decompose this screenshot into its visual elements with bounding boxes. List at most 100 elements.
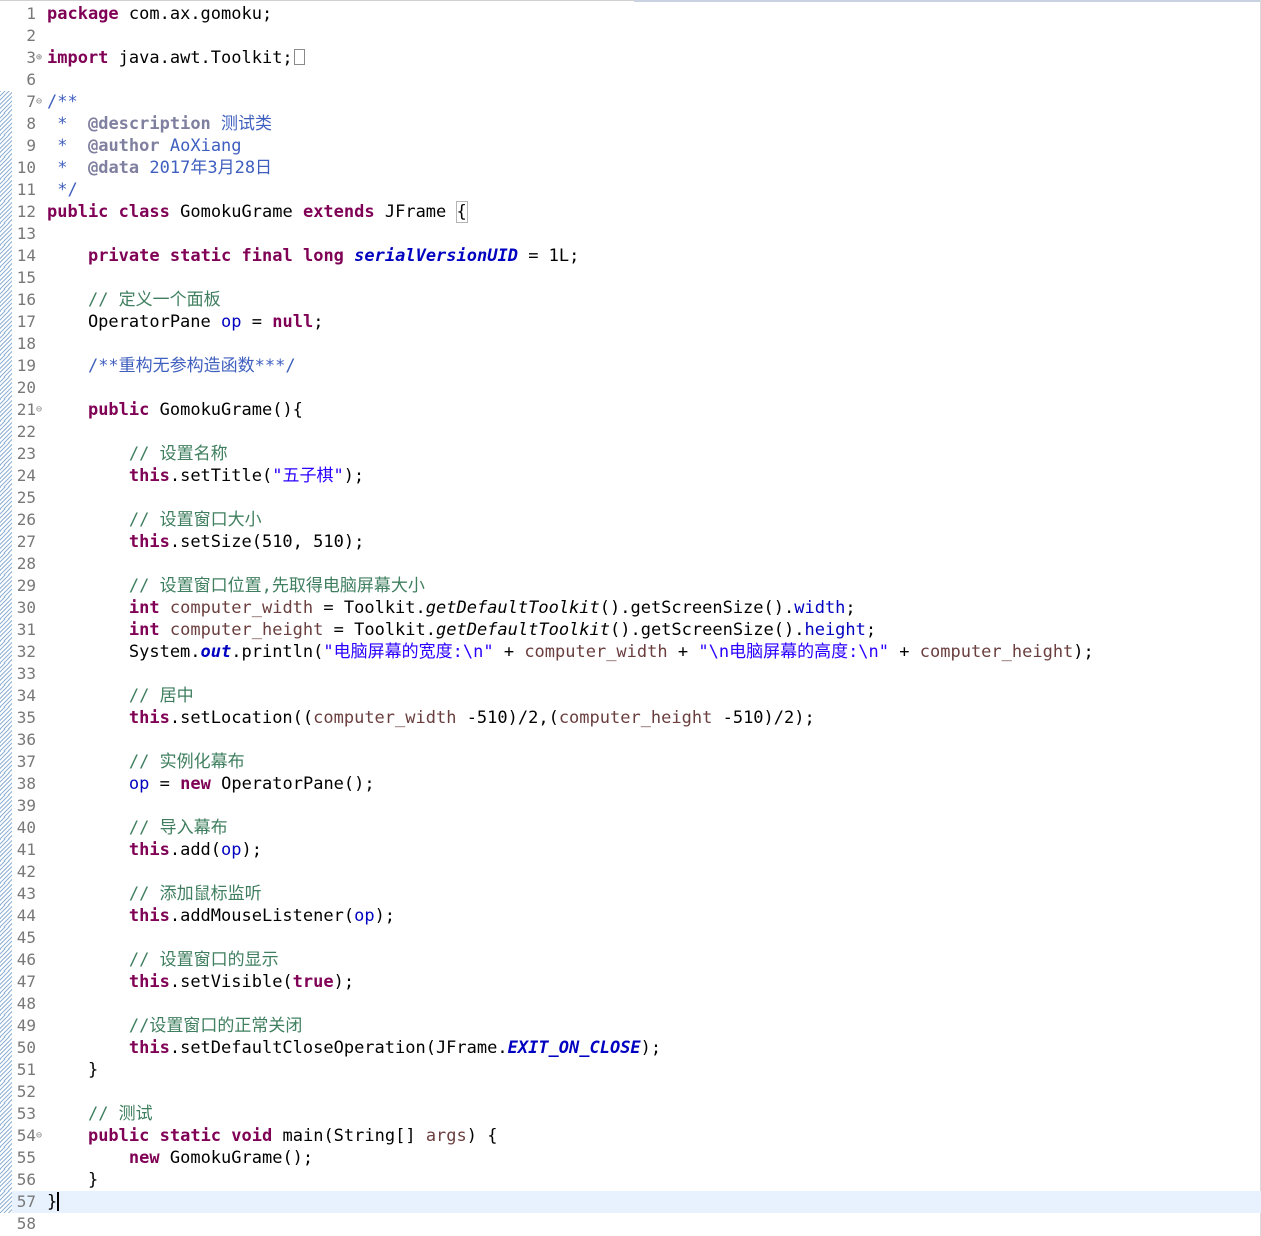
line-code[interactable]: // 定义一个面板	[47, 289, 221, 311]
code-line[interactable]: 18	[0, 333, 1261, 355]
code-line[interactable]: 32 System.out.println("电脑屏幕的宽度:\n" + com…	[0, 641, 1261, 663]
code-line[interactable]: 23 // 设置名称	[0, 443, 1261, 465]
line-code[interactable]: * @description 测试类	[47, 113, 272, 135]
code-line[interactable]: 48	[0, 993, 1261, 1015]
code-line[interactable]: 22	[0, 421, 1261, 443]
code-line[interactable]: 11 */	[0, 179, 1261, 201]
code-line[interactable]: 43 // 添加鼠标监听	[0, 883, 1261, 905]
line-code[interactable]: package com.ax.gomoku;	[47, 3, 272, 25]
folded-imports-icon[interactable]	[293, 49, 305, 65]
code-line[interactable]: 49 //设置窗口的正常关闭	[0, 1015, 1261, 1037]
line-code[interactable]: // 设置窗口的显示	[47, 949, 279, 971]
code-line[interactable]: 30 int computer_width = Toolkit.getDefau…	[0, 597, 1261, 619]
code-line[interactable]: 17 OperatorPane op = null;	[0, 311, 1261, 333]
line-code[interactable]: this.addMouseListener(op);	[47, 905, 395, 927]
code-line[interactable]: 3 ⊕ import java.awt.Toolkit;	[0, 47, 1261, 69]
line-code[interactable]: // 设置窗口位置,先取得电脑屏幕大小	[47, 575, 425, 597]
code-line[interactable]: 46 // 设置窗口的显示	[0, 949, 1261, 971]
code-line[interactable]: 47 this.setVisible(true);	[0, 971, 1261, 993]
code-line[interactable]: 10 * @data 2017年3月28日	[0, 157, 1261, 179]
line-code[interactable]: int computer_width = Toolkit.getDefaultT…	[47, 597, 856, 619]
line-code[interactable]: this.setTitle("五子棋");	[47, 465, 364, 487]
code-line[interactable]: 45	[0, 927, 1261, 949]
line-code[interactable]: new GomokuGrame();	[47, 1147, 313, 1169]
code-line[interactable]: 9 * @author AoXiang	[0, 135, 1261, 157]
code-line[interactable]: 42	[0, 861, 1261, 883]
code-line[interactable]: 51 }	[0, 1059, 1261, 1081]
fold-collapse-icon[interactable]: ⊖	[36, 91, 46, 113]
code-line[interactable]: 24 this.setTitle("五子棋");	[0, 465, 1261, 487]
code-line[interactable]: 33	[0, 663, 1261, 685]
code-line[interactable]: 25	[0, 487, 1261, 509]
line-code[interactable]: public GomokuGrame(){	[47, 399, 303, 421]
code-line[interactable]: 16 // 定义一个面板	[0, 289, 1261, 311]
code-lines[interactable]: 1 package com.ax.gomoku; 2 3 ⊕ import java.aw…	[0, 3, 1261, 1235]
line-code[interactable]: // 导入幕布	[47, 817, 228, 839]
code-line[interactable]: 19 /**重构无参构造函数***/	[0, 355, 1261, 377]
code-line[interactable]: 37 // 实例化幕布	[0, 751, 1261, 773]
line-code[interactable]: // 测试	[47, 1103, 153, 1125]
line-code[interactable]: //设置窗口的正常关闭	[47, 1015, 302, 1037]
line-code[interactable]: /**	[47, 91, 78, 113]
line-code[interactable]: import java.awt.Toolkit;	[47, 47, 305, 69]
line-code[interactable]: // 实例化幕布	[47, 751, 245, 773]
code-line[interactable]: 52	[0, 1081, 1261, 1103]
line-code[interactable]: // 居中	[47, 685, 194, 707]
line-code[interactable]: private static final long serialVersionU…	[47, 245, 579, 267]
line-code[interactable]: // 添加鼠标监听	[47, 883, 262, 905]
line-code[interactable]: OperatorPane op = null;	[47, 311, 324, 333]
code-line[interactable]: 44 this.addMouseListener(op);	[0, 905, 1261, 927]
code-line[interactable]: 6	[0, 69, 1261, 91]
code-line[interactable]: 36	[0, 729, 1261, 751]
code-line[interactable]: 58	[0, 1213, 1261, 1235]
code-line[interactable]: 27 this.setSize(510, 510);	[0, 531, 1261, 553]
code-line[interactable]: 53 // 测试	[0, 1103, 1261, 1125]
code-editor[interactable]: 1 package com.ax.gomoku; 2 3 ⊕ import java.aw…	[0, 0, 1261, 1236]
line-code[interactable]: public class GomokuGrame extends JFrame …	[47, 201, 468, 223]
code-line[interactable]: 34 // 居中	[0, 685, 1261, 707]
code-line[interactable]: 39	[0, 795, 1261, 817]
line-code[interactable]: this.setDefaultCloseOperation(JFrame.EXI…	[47, 1037, 661, 1059]
code-line[interactable]: 15	[0, 267, 1261, 289]
code-line[interactable]: 13	[0, 223, 1261, 245]
code-line[interactable]: 12 public class GomokuGrame extends JFram…	[0, 201, 1261, 223]
code-line[interactable]: 41 this.add(op);	[0, 839, 1261, 861]
line-code[interactable]: /**重构无参构造函数***/	[47, 355, 296, 377]
code-line[interactable]: 29 // 设置窗口位置,先取得电脑屏幕大小	[0, 575, 1261, 597]
line-code[interactable]: * @data 2017年3月28日	[47, 157, 272, 179]
line-code[interactable]: // 设置窗口大小	[47, 509, 262, 531]
code-line[interactable]: 40 // 导入幕布	[0, 817, 1261, 839]
line-code[interactable]: public static void main(String[] args) {	[47, 1125, 498, 1147]
line-code[interactable]: */	[47, 179, 77, 201]
code-line[interactable]: 31 int computer_height = Toolkit.getDefa…	[0, 619, 1261, 641]
code-line[interactable]: 1 package com.ax.gomoku;	[0, 3, 1261, 25]
line-code[interactable]: this.setVisible(true);	[47, 971, 354, 993]
line-code[interactable]: }	[47, 1191, 60, 1213]
fold-expand-icon[interactable]: ⊕	[36, 47, 46, 69]
line-code[interactable]: }	[47, 1059, 98, 1081]
code-line[interactable]: 20	[0, 377, 1261, 399]
line-code[interactable]: op = new OperatorPane();	[47, 773, 375, 795]
line-code[interactable]: System.out.println("电脑屏幕的宽度:\n" + comput…	[47, 641, 1094, 663]
code-line[interactable]: 38 op = new OperatorPane();	[0, 773, 1261, 795]
code-line[interactable]: 55 new GomokuGrame();	[0, 1147, 1261, 1169]
code-line[interactable]: 14 private static final long serialVersi…	[0, 245, 1261, 267]
code-line[interactable]: 35 this.setLocation((computer_width -510…	[0, 707, 1261, 729]
code-line[interactable]: 56 }	[0, 1169, 1261, 1191]
line-code[interactable]: int computer_height = Toolkit.getDefault…	[47, 619, 876, 641]
fold-collapse-icon[interactable]: ⊖	[36, 399, 46, 421]
code-line[interactable]: 50 this.setDefaultCloseOperation(JFrame.…	[0, 1037, 1261, 1059]
line-code[interactable]: * @author AoXiang	[47, 135, 241, 157]
line-code[interactable]: this.setLocation((computer_width -510)/2…	[47, 707, 815, 729]
code-line[interactable]: 54 ⊖ public static void main(String[] arg…	[0, 1125, 1261, 1147]
code-line[interactable]: 26 // 设置窗口大小	[0, 509, 1261, 531]
code-line[interactable]: 28	[0, 553, 1261, 575]
fold-collapse-icon[interactable]: ⊖	[36, 1125, 46, 1147]
line-code[interactable]: // 设置名称	[47, 443, 228, 465]
line-code[interactable]: }	[47, 1169, 98, 1191]
line-code[interactable]: this.setSize(510, 510);	[47, 531, 364, 553]
line-code[interactable]: this.add(op);	[47, 839, 262, 861]
code-line[interactable]: 57}	[0, 1191, 1261, 1213]
code-line[interactable]: 21 ⊖ public GomokuGrame(){	[0, 399, 1261, 421]
code-line[interactable]: 7 ⊖/**	[0, 91, 1261, 113]
